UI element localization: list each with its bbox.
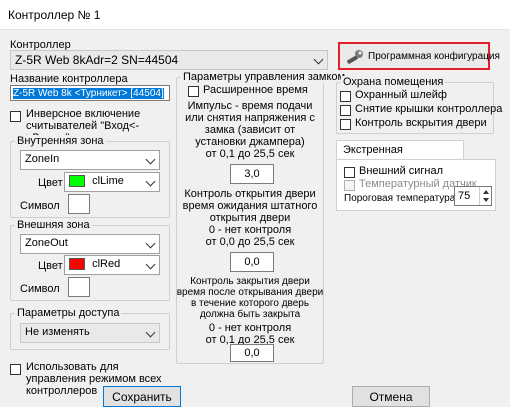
inverse-readers-checkbox[interactable] bbox=[10, 111, 21, 122]
door-close-text: Контроль закрытия двери время после откр… bbox=[176, 276, 324, 320]
inner-zone-value: ZoneIn bbox=[25, 153, 60, 165]
extended-time-label: Расширенное время bbox=[203, 84, 308, 96]
security-legend: Охрана помещения bbox=[341, 76, 446, 88]
outer-color-swatch bbox=[69, 258, 85, 271]
door-close-input[interactable]: 0,0 bbox=[230, 344, 274, 362]
wrench-icon bbox=[347, 50, 363, 64]
title-bar: Контроллер № 1 bbox=[0, 0, 510, 30]
threshold-value: 75 bbox=[458, 190, 471, 202]
window-title: Контроллер № 1 bbox=[8, 8, 101, 22]
inner-color-value: clLime bbox=[92, 175, 124, 187]
inner-symbol-label: Символ bbox=[20, 200, 60, 212]
access-legend: Параметры доступа bbox=[15, 307, 122, 319]
cover-removal-checkbox[interactable] bbox=[340, 105, 351, 116]
door-break-label: Контроль вскрытия двери bbox=[355, 117, 487, 129]
temp-sensor-checkbox[interactable] bbox=[344, 180, 355, 191]
inner-color-select[interactable]: clLime bbox=[64, 172, 160, 192]
spinner-down-icon[interactable] bbox=[483, 198, 489, 202]
program-config-button[interactable]: Программная конфигурация bbox=[338, 42, 500, 70]
spinner-up-icon[interactable] bbox=[483, 190, 489, 194]
inner-zone-select[interactable]: ZoneIn bbox=[20, 150, 160, 170]
cancel-button[interactable]: Отмена bbox=[352, 386, 430, 407]
outer-color-value: clRed bbox=[92, 258, 121, 270]
controller-select[interactable]: Z-5R Web 8kAdr=2 SN=44504 bbox=[10, 50, 328, 70]
spinner-buttons[interactable] bbox=[479, 187, 491, 205]
security-loop-checkbox[interactable] bbox=[340, 91, 351, 102]
outer-symbol-input[interactable] bbox=[68, 277, 90, 297]
controller-name-input[interactable]: Z-5R Web 8k <Турникет> [44504] bbox=[10, 85, 170, 101]
inner-symbol-input[interactable] bbox=[68, 194, 90, 214]
chevron-down-icon bbox=[145, 259, 156, 270]
program-config-label: Программная конфигурация bbox=[368, 51, 500, 62]
inner-color-swatch bbox=[69, 175, 85, 188]
door-open-text: Контроль открытия двери время ожидания ш… bbox=[182, 188, 318, 224]
external-signal-label: Внешний сигнал bbox=[359, 165, 444, 177]
cover-removal-label: Снятие крышки контроллера bbox=[355, 103, 503, 115]
outer-zone-legend: Внешняя зона bbox=[15, 219, 92, 231]
outer-symbol-label: Символ bbox=[20, 283, 60, 295]
impulse-input[interactable]: 3,0 bbox=[230, 164, 274, 184]
outer-color-select[interactable]: clRed bbox=[64, 255, 160, 275]
inner-color-label: Цвет bbox=[38, 177, 63, 189]
impulse-text: Импульс - время подачи или снятия напряж… bbox=[185, 100, 315, 148]
outer-zone-select[interactable]: ZoneOut bbox=[20, 234, 160, 254]
controller-name-label: Название контроллера bbox=[10, 73, 128, 85]
external-signal-checkbox[interactable] bbox=[344, 167, 355, 178]
door-close-nocontrol: 0 - нет контроля bbox=[208, 322, 292, 334]
chevron-down-icon bbox=[145, 327, 156, 338]
impulse-range: от 0,1 до 25,5 сек bbox=[205, 148, 295, 160]
controller-select-value: Z-5R Web 8kAdr=2 SN=44504 bbox=[15, 53, 179, 67]
lock-legend: Параметры управления замком bbox=[181, 71, 348, 83]
inner-zone-legend: Внутренняя зона bbox=[15, 135, 106, 147]
save-button[interactable]: Сохранить bbox=[103, 386, 181, 407]
chevron-down-icon bbox=[145, 154, 156, 165]
chevron-down-icon bbox=[145, 238, 156, 249]
door-open-nocontrol: 0 - нет контроля bbox=[208, 224, 292, 236]
door-open-input[interactable]: 0,0 bbox=[230, 252, 274, 272]
security-loop-label: Охранный шлейф bbox=[355, 89, 447, 101]
chevron-down-icon bbox=[145, 176, 156, 187]
outer-zone-value: ZoneOut bbox=[25, 237, 68, 249]
access-value: Не изменять bbox=[25, 326, 90, 338]
tab-emergency-evacuation[interactable]: Экстренная эвакуация bbox=[336, 140, 464, 168]
chevron-down-icon bbox=[313, 54, 324, 65]
outer-color-label: Цвет bbox=[38, 260, 63, 272]
threshold-spinner[interactable]: 75 bbox=[454, 186, 492, 206]
extended-time-checkbox[interactable] bbox=[188, 86, 199, 97]
threshold-label: Пороговая температура : bbox=[344, 193, 461, 204]
door-open-range: от 0,0 до 25,5 сек bbox=[205, 236, 295, 248]
use-for-all-checkbox[interactable] bbox=[10, 364, 21, 375]
access-select[interactable]: Не изменять bbox=[20, 323, 160, 343]
door-break-checkbox[interactable] bbox=[340, 119, 351, 130]
controller-name-value: Z-5R Web 8k <Турникет> [44504] bbox=[13, 88, 164, 99]
